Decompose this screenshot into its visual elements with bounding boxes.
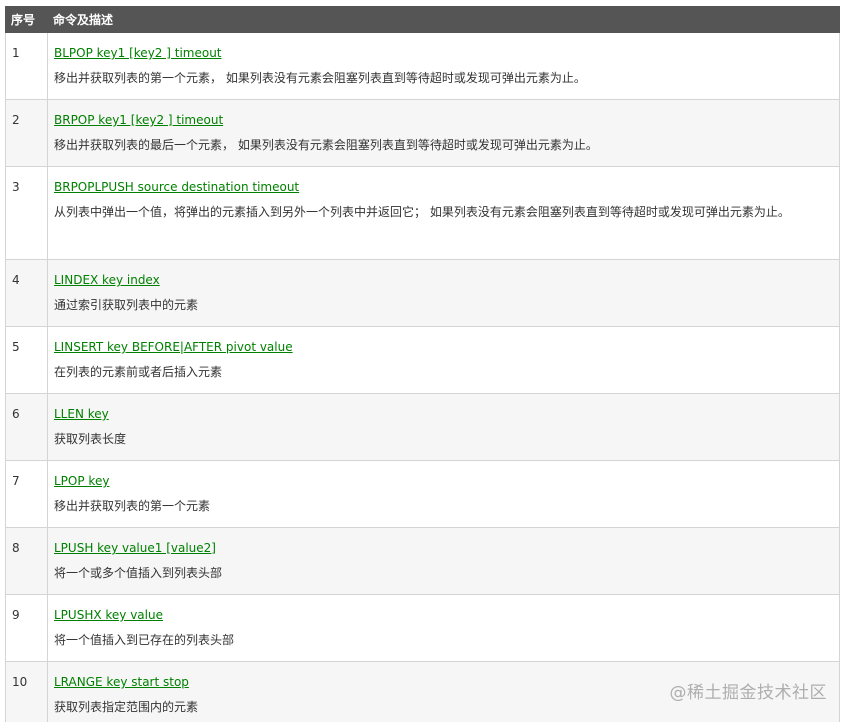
row-number: 2: [5, 99, 48, 167]
command-description: 获取列表长度: [54, 432, 127, 446]
table-row: 1 BLPOP key1 [key2 ] timeout 移出并获取列表的第一个…: [5, 32, 840, 100]
command-link[interactable]: LINDEX key index: [54, 271, 831, 289]
header-command: 命令及描述: [47, 6, 840, 33]
command-link[interactable]: LPOP key: [54, 472, 831, 490]
command-link[interactable]: BRPOP key1 [key2 ] timeout: [54, 111, 831, 129]
row-content: LLEN key 获取列表长度: [47, 393, 840, 461]
row-number: 4: [5, 259, 48, 327]
row-number: 5: [5, 326, 48, 394]
command-description: 移出并获取列表的最后一个元素， 如果列表没有元素会阻塞列表直到等待超时或发现可弹…: [54, 138, 598, 152]
row-number: 7: [5, 460, 48, 528]
table-row: 7 LPOP key 移出并获取列表的第一个元素: [5, 460, 840, 528]
command-link[interactable]: LPUSH key value1 [value2]: [54, 539, 831, 557]
table-row: 9 LPUSHX key value 将一个值插入到已存在的列表头部: [5, 594, 840, 662]
row-content: LPUSH key value1 [value2] 将一个或多个值插入到列表头部: [47, 527, 840, 595]
command-description: 在列表的元素前或者后插入元素: [54, 365, 223, 379]
command-link[interactable]: LLEN key: [54, 405, 831, 423]
command-description: 通过索引获取列表中的元素: [54, 298, 199, 312]
row-content: LINSERT key BEFORE|AFTER pivot value 在列表…: [47, 326, 840, 394]
row-number: 3: [5, 166, 48, 260]
command-description: 移出并获取列表的第一个元素: [54, 499, 211, 513]
command-link[interactable]: BLPOP key1 [key2 ] timeout: [54, 44, 831, 62]
table-row: 4 LINDEX key index 通过索引获取列表中的元素: [5, 259, 840, 327]
command-description: 移出并获取列表的第一个元素， 如果列表没有元素会阻塞列表直到等待超时或发现可弹出…: [54, 71, 586, 85]
command-description: 将一个值插入到已存在的列表头部: [54, 633, 235, 647]
row-number: 1: [5, 32, 48, 100]
table-row: 3 BRPOPLPUSH source destination timeout …: [5, 166, 840, 260]
row-content: BRPOP key1 [key2 ] timeout 移出并获取列表的最后一个元…: [47, 99, 840, 167]
row-number: 6: [5, 393, 48, 461]
row-content: LPUSHX key value 将一个值插入到已存在的列表头部: [47, 594, 840, 662]
command-link[interactable]: LINSERT key BEFORE|AFTER pivot value: [54, 338, 831, 356]
table-header-row: 序号 命令及描述: [5, 6, 840, 33]
command-link[interactable]: BRPOPLPUSH source destination timeout: [54, 178, 831, 196]
row-content: BLPOP key1 [key2 ] timeout 移出并获取列表的第一个元素…: [47, 32, 840, 100]
row-content: BRPOPLPUSH source destination timeout 从列…: [47, 166, 840, 260]
table-row: 6 LLEN key 获取列表长度: [5, 393, 840, 461]
row-number: 10: [5, 661, 48, 722]
row-number: 9: [5, 594, 48, 662]
table-row: 2 BRPOP key1 [key2 ] timeout 移出并获取列表的最后一…: [5, 99, 840, 167]
row-content: LINDEX key index 通过索引获取列表中的元素: [47, 259, 840, 327]
page: 序号 命令及描述 1 BLPOP key1 [key2 ] timeout 移出…: [0, 0, 845, 722]
command-description: 将一个或多个值插入到列表头部: [54, 566, 223, 580]
table-row: 8 LPUSH key value1 [value2] 将一个或多个值插入到列表…: [5, 527, 840, 595]
command-description: 从列表中弹出一个值，将弹出的元素插入到另外一个列表中并返回它； 如果列表没有元素…: [54, 205, 790, 219]
header-num: 序号: [5, 6, 48, 33]
redis-list-commands-table: 序号 命令及描述 1 BLPOP key1 [key2 ] timeout 移出…: [5, 6, 840, 722]
table-row: 5 LINSERT key BEFORE|AFTER pivot value 在…: [5, 326, 840, 394]
row-content: LPOP key 移出并获取列表的第一个元素: [47, 460, 840, 528]
command-link[interactable]: LPUSHX key value: [54, 606, 831, 624]
watermark-text: @稀土掘金技术社区: [669, 683, 827, 703]
row-number: 8: [5, 527, 48, 595]
